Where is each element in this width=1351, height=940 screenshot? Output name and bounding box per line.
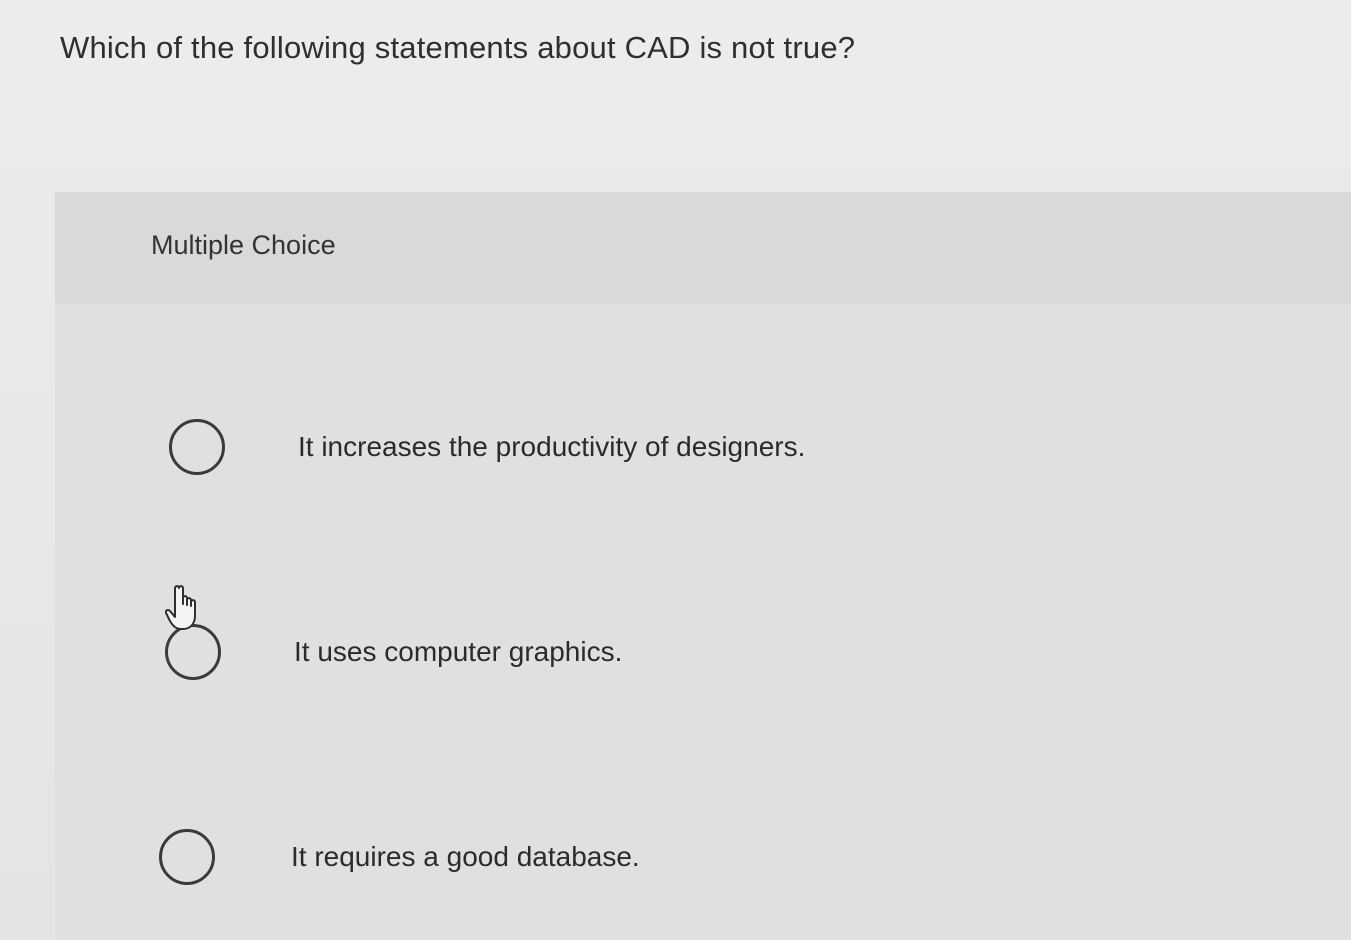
- choice-label-option-2[interactable]: It uses computer graphics.: [294, 636, 622, 668]
- quiz-page: Which of the following statements about …: [0, 0, 1351, 940]
- choice-label-option-3[interactable]: It requires a good database.: [291, 841, 640, 873]
- multiple-choice-header: Multiple Choice: [55, 192, 1351, 304]
- choice-option-1[interactable]: It increases the productivity of designe…: [55, 367, 1351, 527]
- multiple-choice-label: Multiple Choice: [151, 230, 336, 260]
- hand-pointer-icon: [165, 585, 196, 630]
- multiple-choice-panel: Multiple Choice It increases the product…: [55, 192, 1351, 940]
- choice-label-option-1[interactable]: It increases the productivity of designe…: [298, 431, 805, 463]
- choice-option-2[interactable]: It uses computer graphics.: [55, 570, 1351, 730]
- choice-option-3[interactable]: It requires a good database.: [55, 777, 1351, 937]
- radio-button-option-1[interactable]: [169, 419, 225, 475]
- radio-button-option-3[interactable]: [159, 829, 215, 885]
- question-text: Which of the following statements about …: [60, 30, 856, 65]
